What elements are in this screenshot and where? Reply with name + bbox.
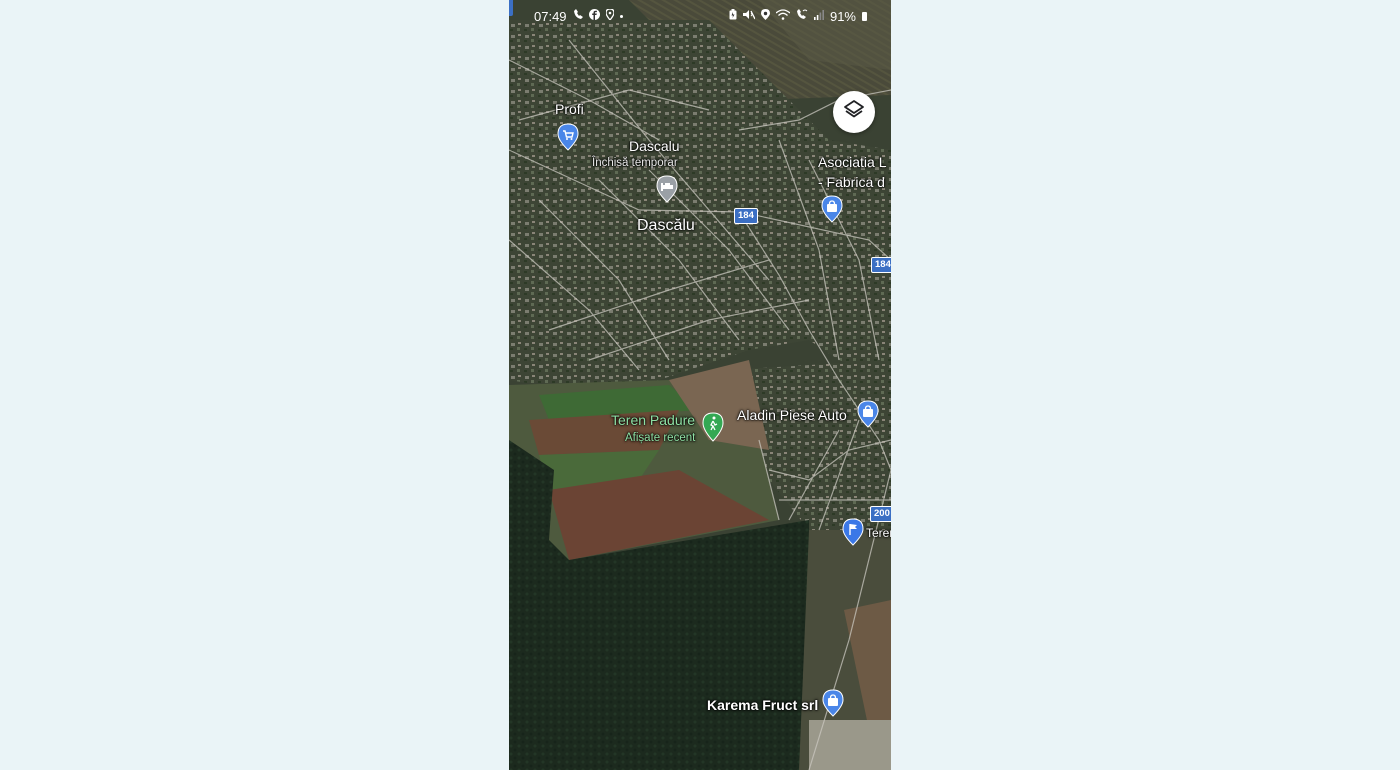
wifi-icon (775, 9, 791, 23)
place-label-dascalu[interactable]: Dascalu (629, 138, 680, 154)
missed-call-icon (573, 9, 583, 23)
place-label-asociatia-line2[interactable]: - Fabrica d (818, 174, 885, 190)
place-label-karema[interactable]: Karema Fruct srl (707, 697, 818, 713)
shopping-bag-pin-asociatia[interactable] (821, 195, 843, 223)
phone-screen: 07:49 91% Profi Dascalu Închisă temporar… (509, 0, 891, 770)
status-time: 07:49 (534, 8, 567, 24)
location-icon (760, 9, 770, 23)
layers-button[interactable] (833, 91, 875, 133)
battery-saver-icon (729, 9, 737, 23)
place-label-aladin[interactable]: Aladin Piese Auto (737, 407, 847, 423)
map-pin-icon (604, 8, 615, 23)
road-shield-184-east: 184 (871, 257, 891, 273)
edge-tab[interactable] (509, 0, 513, 16)
place-status-label: Închisă temporar (592, 157, 678, 169)
recently-viewed-label: Afișate recent (625, 432, 696, 444)
status-bar: 07:49 91% (509, 0, 891, 32)
facebook-icon (588, 9, 600, 23)
wifi-calling-icon (796, 9, 808, 23)
town-label-dascalu[interactable]: Dascălu (637, 217, 695, 235)
status-bar-right: 91% (729, 9, 867, 24)
notification-dot (619, 14, 623, 18)
hiking-pin-teren-padure[interactable] (702, 412, 724, 442)
battery-percent: 91% (829, 8, 856, 24)
shopping-bag-pin-karema[interactable] (822, 689, 844, 717)
shopping-bag-pin-aladin[interactable] (857, 400, 879, 428)
place-label-teren[interactable]: Teren (866, 526, 891, 540)
status-bar-left: 07:49 (534, 8, 623, 24)
road-shield-184: 184 (734, 208, 758, 224)
layers-icon (843, 99, 865, 126)
shopping-pin-profi[interactable] (557, 123, 579, 151)
place-label-teren-padure[interactable]: Teren Padure (611, 412, 695, 428)
hotel-pin-dascalu[interactable] (656, 175, 678, 203)
mute-icon (742, 9, 756, 23)
battery-icon (862, 11, 867, 21)
road-shield-200: 200 (870, 506, 891, 522)
place-label-asociatia[interactable]: Asociatia L (818, 154, 886, 170)
signal-icon (813, 9, 824, 23)
flag-pin-teren[interactable] (842, 518, 864, 546)
place-label-profi[interactable]: Profi (555, 101, 584, 117)
